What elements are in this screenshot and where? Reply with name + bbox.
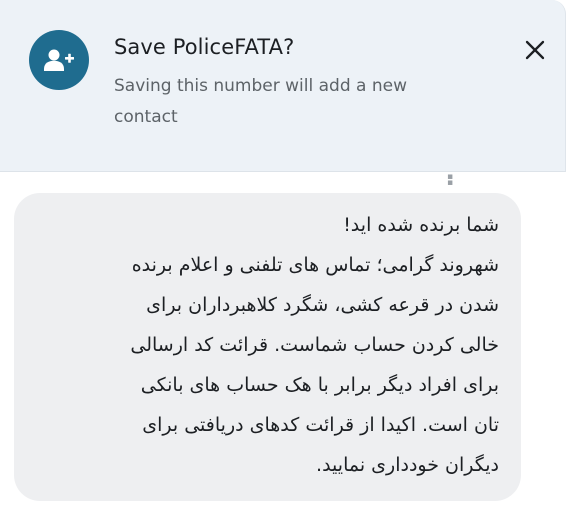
message-line: شدن در قرعه کشی، شگرد کلاهبرداران برای bbox=[146, 294, 499, 316]
message-line: شما برنده شده اید! bbox=[343, 214, 499, 236]
close-icon bbox=[525, 40, 545, 60]
incoming-message-bubble[interactable]: شما برنده شده اید! شهروند گرامی؛ تماس ها… bbox=[14, 193, 521, 501]
add-contact-avatar-button[interactable] bbox=[29, 30, 89, 90]
close-banner-button[interactable] bbox=[517, 32, 553, 68]
save-contact-banner: Save PoliceFATA? Saving this number will… bbox=[0, 0, 566, 172]
message-line: تان است. اکیدا از قرائت کدهای دریافتی بر… bbox=[142, 414, 499, 436]
add-person-icon bbox=[44, 49, 74, 71]
message-line: شهروند گرامی؛ تماس های تلفنی و اعلام برن… bbox=[131, 254, 499, 276]
message-line: برای افراد دیگر برابر با هک حساب های بان… bbox=[140, 374, 499, 396]
timestamp-dots: ▪ ▪ bbox=[447, 172, 455, 188]
message-line: خالی کردن حساب شماست. قرائت کد ارسالی bbox=[130, 334, 499, 356]
save-contact-title: Save PoliceFATA? bbox=[114, 35, 295, 59]
message-line: دیگران خودداری نمایید. bbox=[316, 454, 499, 476]
messaging-screen: Save PoliceFATA? Saving this number will… bbox=[0, 0, 576, 513]
save-contact-subtitle: Saving this number will add a new contac… bbox=[114, 76, 407, 127]
